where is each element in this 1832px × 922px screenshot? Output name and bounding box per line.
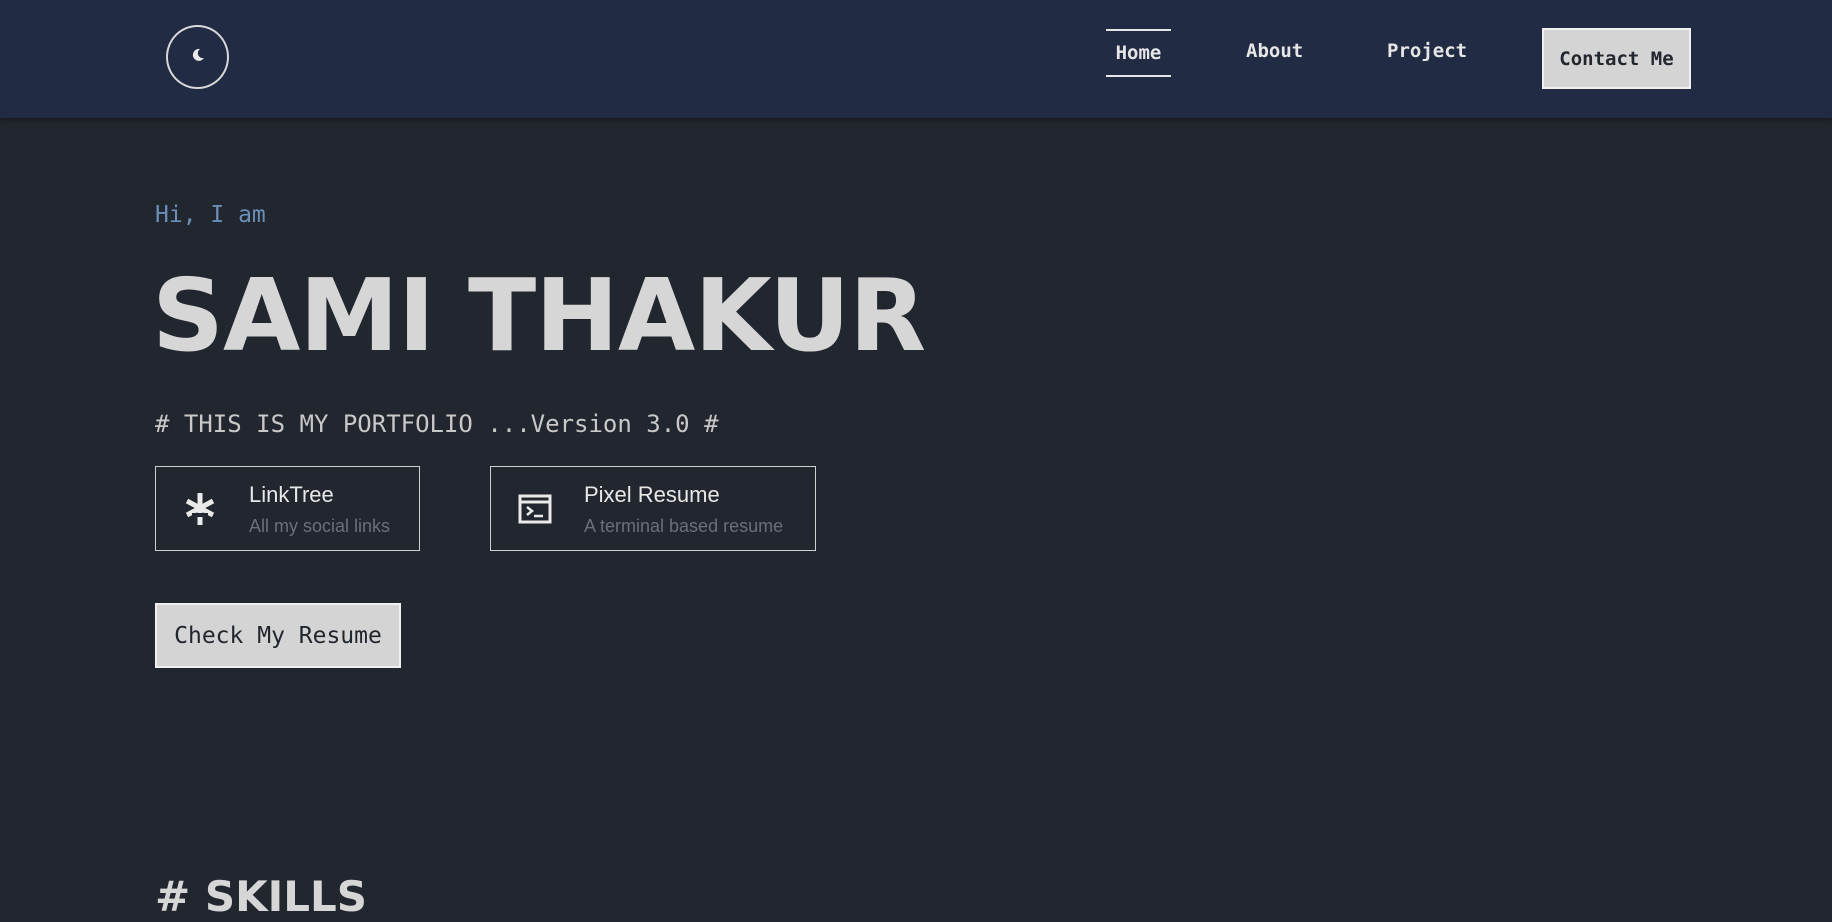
nav-home-label: Home	[1115, 42, 1162, 64]
terminal-icon	[517, 491, 553, 527]
skills-heading: # SKILLS	[155, 872, 368, 921]
hero-tagline: # THIS IS MY PORTFOLIO ...Version 3.0 #	[155, 410, 719, 438]
nav-home-link[interactable]: Home	[1106, 29, 1171, 77]
contact-me-button[interactable]: Contact Me	[1542, 28, 1691, 89]
linktree-card-title: LinkTree	[249, 482, 334, 507]
theme-toggle-button[interactable]	[166, 25, 229, 89]
pixel-resume-card[interactable]: Pixel Resume A terminal based resume	[490, 466, 816, 551]
linktree-asterisk-icon	[182, 491, 218, 527]
hero-greeting: Hi, I am	[155, 202, 266, 228]
nav-project-link[interactable]: Project	[1387, 40, 1467, 62]
nav-about-link[interactable]: About	[1246, 40, 1303, 62]
linktree-card[interactable]: LinkTree All my social links	[155, 466, 420, 551]
moon-icon	[190, 47, 206, 68]
pixel-resume-card-subtitle: A terminal based resume	[584, 516, 784, 536]
hero-name: SAMI THAKUR	[152, 257, 926, 374]
check-resume-button[interactable]: Check My Resume	[155, 603, 401, 668]
linktree-card-subtitle: All my social links	[249, 516, 391, 536]
site-header: Home About Project Contact Me	[0, 0, 1832, 118]
pixel-resume-card-title: Pixel Resume	[584, 482, 720, 507]
